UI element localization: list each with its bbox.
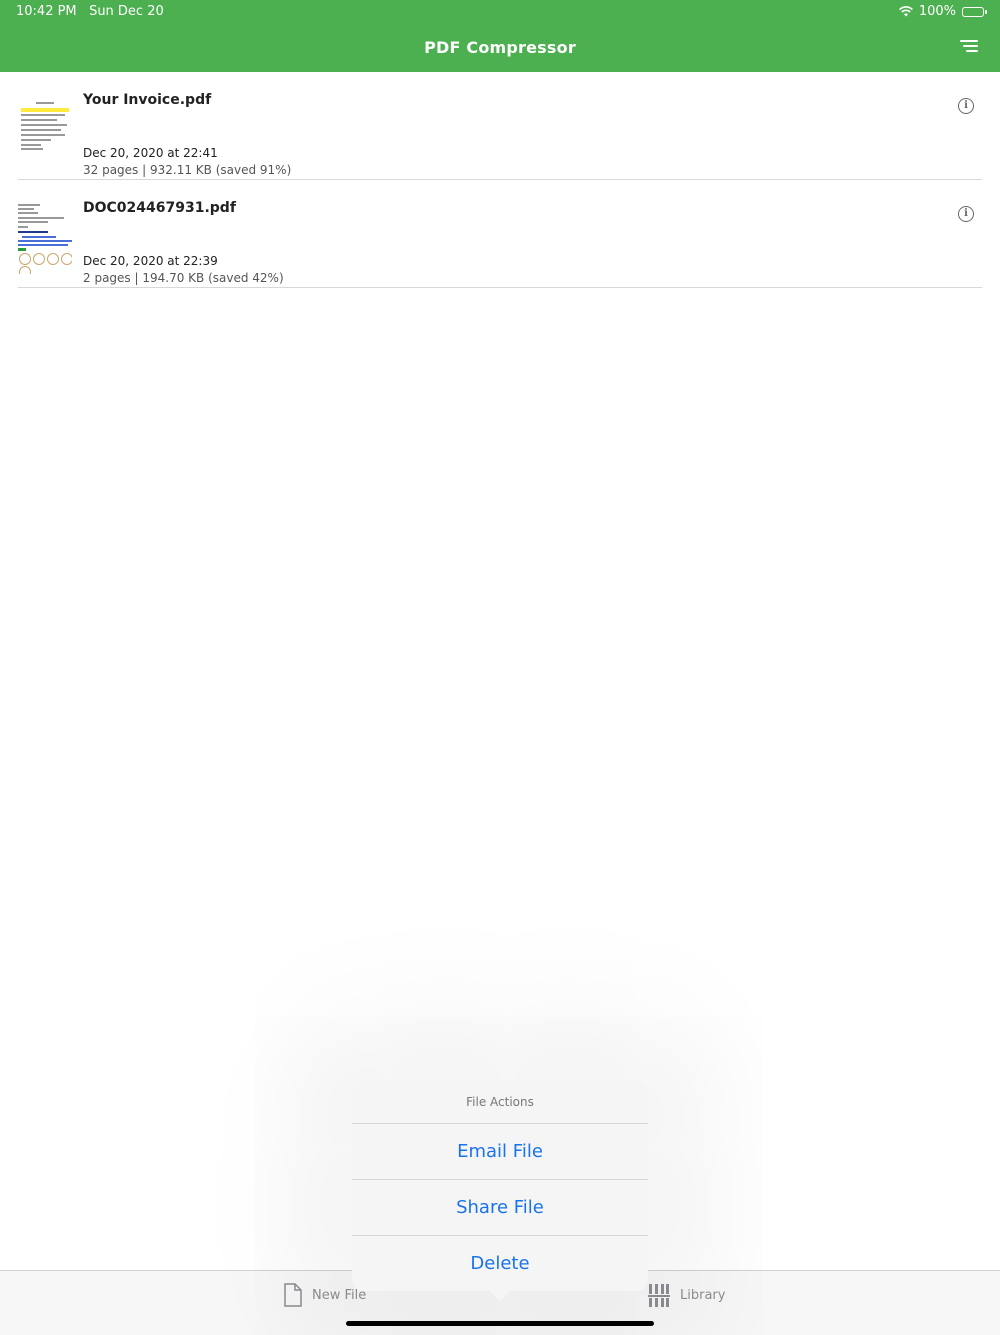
- email-file-button[interactable]: Email File: [352, 1124, 648, 1180]
- delete-button[interactable]: Delete: [352, 1236, 648, 1291]
- file-date: Dec 20, 2020 at 22:39: [83, 254, 218, 268]
- pdf-thumbnail: [18, 202, 72, 274]
- popover-title: File Actions: [352, 1081, 648, 1124]
- file-actions-popover: File Actions Email File Share File Delet…: [352, 1081, 648, 1301]
- file-name: DOC024467931.pdf: [83, 200, 236, 216]
- document-icon: [284, 1283, 302, 1307]
- file-date: Dec 20, 2020 at 22:41: [83, 146, 218, 160]
- battery-percent: 100%: [918, 4, 956, 19]
- file-meta: 32 pages | 932.11 KB (saved 91%): [83, 163, 292, 177]
- share-file-button[interactable]: Share File: [352, 1180, 648, 1236]
- info-icon[interactable]: i: [958, 206, 974, 222]
- status-time: 10:42 PM Sun Dec 20: [16, 4, 164, 19]
- popover-arrow: [490, 1291, 510, 1301]
- menu-icon[interactable]: [960, 40, 978, 54]
- status-indicators: 100%: [898, 4, 987, 19]
- status-date: Sun Dec 20: [89, 4, 164, 19]
- page-title: PDF Compressor: [424, 38, 576, 57]
- status-clock: 10:42 PM: [16, 4, 77, 19]
- home-indicator: [346, 1321, 654, 1326]
- file-name: Your Invoice.pdf: [83, 92, 212, 108]
- pdf-thumbnail: [18, 94, 72, 166]
- file-list: Your Invoice.pdf Dec 20, 2020 at 22:41 3…: [0, 72, 1000, 288]
- file-row[interactable]: Your Invoice.pdf Dec 20, 2020 at 22:41 3…: [18, 72, 982, 180]
- tab-library-label: Library: [680, 1287, 726, 1303]
- wifi-icon: [898, 6, 913, 17]
- file-meta: 2 pages | 194.70 KB (saved 42%): [83, 271, 284, 285]
- library-icon: [648, 1284, 670, 1307]
- file-row[interactable]: DOC024467931.pdf Dec 20, 2020 at 22:39 2…: [18, 180, 982, 288]
- app-header: 10:42 PM Sun Dec 20 100% PDF Compressor: [0, 0, 1000, 72]
- tab-library[interactable]: Library: [648, 1283, 725, 1307]
- battery-icon: [962, 6, 987, 17]
- info-icon[interactable]: i: [958, 98, 974, 114]
